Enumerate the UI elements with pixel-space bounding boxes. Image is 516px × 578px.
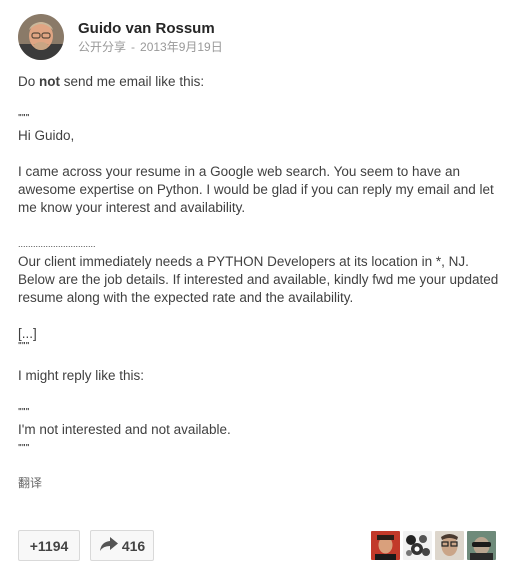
post-header: Guido van Rossum 公开分享 -2013年9月19日 (18, 14, 223, 60)
post-body: Do not send me email like this: """ Hi G… (18, 73, 502, 457)
author-name[interactable]: Guido van Rossum (78, 19, 223, 38)
author-avatar[interactable] (18, 14, 64, 60)
visibility-label[interactable]: 公开分享 (78, 40, 126, 54)
body-line: I'm not interested and not available. (18, 422, 231, 437)
share-count: 416 (121, 537, 146, 554)
share-button[interactable]: 416 (90, 530, 154, 561)
quote-marker: """ (18, 407, 30, 416)
share-arrow-icon (99, 536, 122, 555)
bold-fragment: not (39, 74, 61, 89)
quote-marker: """ (18, 341, 30, 350)
plus-one-button[interactable]: +1194 (18, 530, 80, 561)
post-card: Guido van Rossum 公开分享 -2013年9月19日 Do not … (0, 0, 516, 578)
sharer-avatars (371, 531, 499, 560)
quote-marker: """ (18, 443, 30, 452)
meta-separator: - (131, 39, 136, 54)
translate-link[interactable]: 翻译 (18, 475, 42, 491)
body-paragraph: I came across your resume in a Google we… (18, 164, 498, 215)
post-meta: 公开分享 -2013年9月19日 (78, 39, 223, 56)
post-footer: +1194 416 (18, 530, 498, 562)
sharer-avatar[interactable] (403, 531, 432, 560)
sharer-avatar[interactable] (435, 531, 464, 560)
body-line: I might reply like this: (18, 368, 145, 383)
greeting-line: Hi Guido, (18, 128, 75, 143)
sharer-avatar[interactable] (371, 531, 400, 560)
text-fragment: send me email like this: (60, 74, 205, 89)
author-block: Guido van Rossum 公开分享 -2013年9月19日 (78, 19, 223, 56)
body-line: Do not send me email like this: (18, 73, 502, 91)
quote-marker: """ (18, 113, 30, 122)
body-paragraph: Our client immediately needs a PYTHON De… (18, 254, 503, 305)
text-fragment: Do (18, 74, 40, 89)
sharer-avatar[interactable] (467, 531, 496, 560)
dotted-separator: ............................... (18, 239, 96, 249)
post-date[interactable]: 2013年9月19日 (140, 40, 223, 54)
